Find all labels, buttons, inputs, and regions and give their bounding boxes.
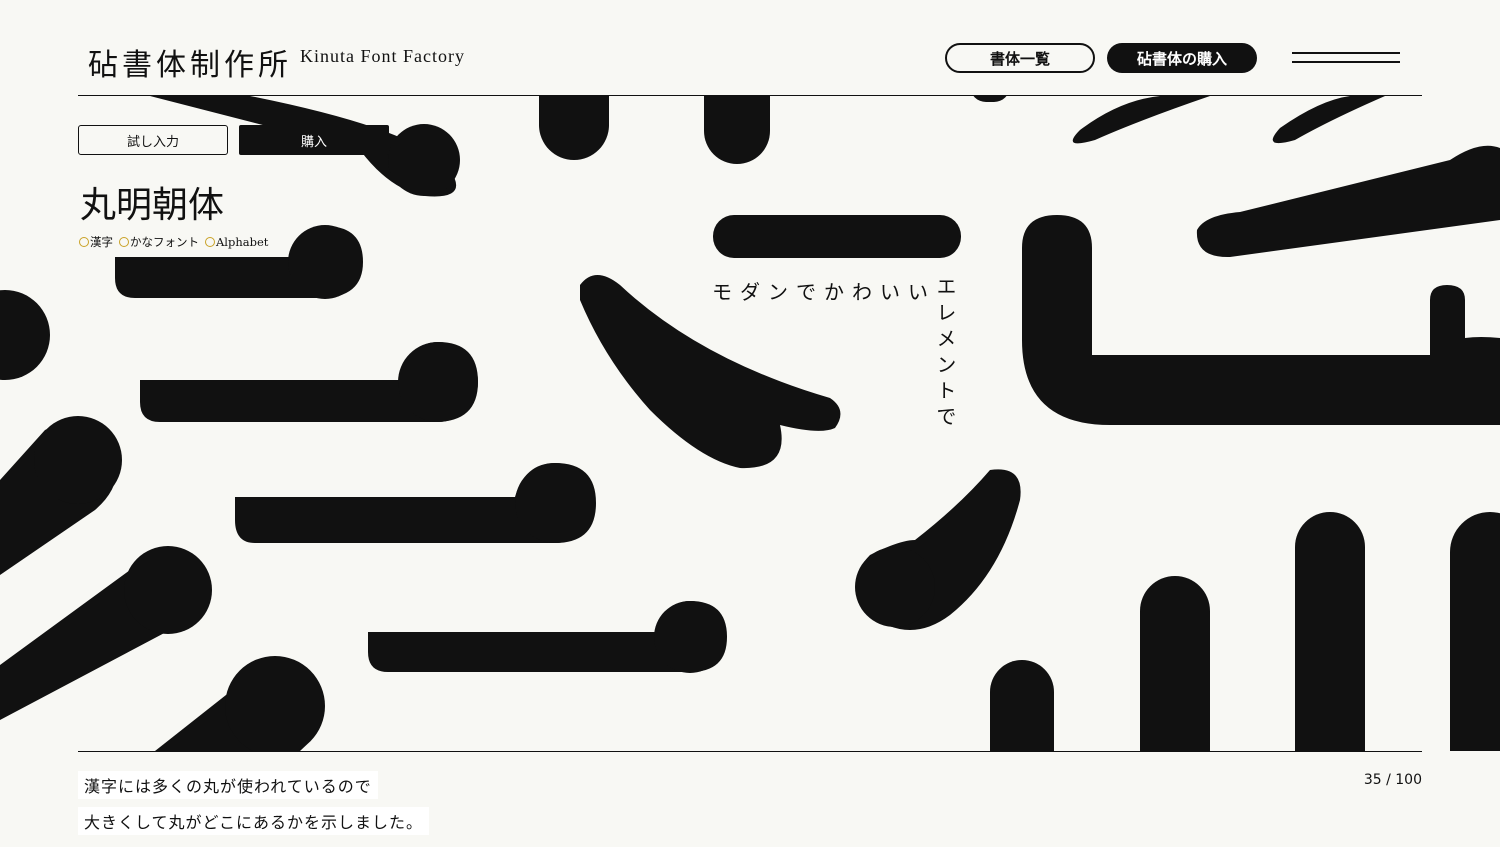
caption-line-1: 漢字には多くの丸が使われているので <box>78 771 378 799</box>
ring-icon <box>205 237 215 247</box>
buy-button[interactable]: 購入 <box>239 125 389 155</box>
font-title: 丸明朝体 <box>80 185 225 226</box>
script-item-alphabet[interactable]: Alphabet <box>205 234 268 250</box>
script-list: 漢字 かなフォント Alphabet <box>79 234 268 250</box>
footer-divider <box>78 751 1422 752</box>
ring-icon <box>119 237 129 247</box>
brand-name-jp[interactable]: 砧書体制作所 <box>88 40 292 84</box>
script-item-kana[interactable]: かなフォント <box>119 234 199 250</box>
hamburger-icon[interactable] <box>1292 50 1400 66</box>
sample-text-vertical: エレメントで <box>933 276 957 432</box>
slide-counter: 35 / 100 <box>1363 772 1422 788</box>
ring-icon <box>79 237 89 247</box>
sample-text-horizontal: モダンでかわいい <box>712 280 936 304</box>
caption-line-2: 大きくして丸がどこにあるかを示しました。 <box>78 807 430 835</box>
try-input-button[interactable]: 試し入力 <box>78 125 228 155</box>
font-catalog-button[interactable]: 書体一覧 <box>945 43 1095 73</box>
header-divider <box>78 95 1422 96</box>
script-item-kanji[interactable]: 漢字 <box>79 234 113 250</box>
site-header: 砧書体制作所 Kinuta Font Factory 書体一覧 砧書体の購入 <box>78 30 1422 96</box>
brand-name-en[interactable]: Kinuta Font Factory <box>300 46 465 67</box>
purchase-fonts-button[interactable]: 砧書体の購入 <box>1107 43 1257 73</box>
